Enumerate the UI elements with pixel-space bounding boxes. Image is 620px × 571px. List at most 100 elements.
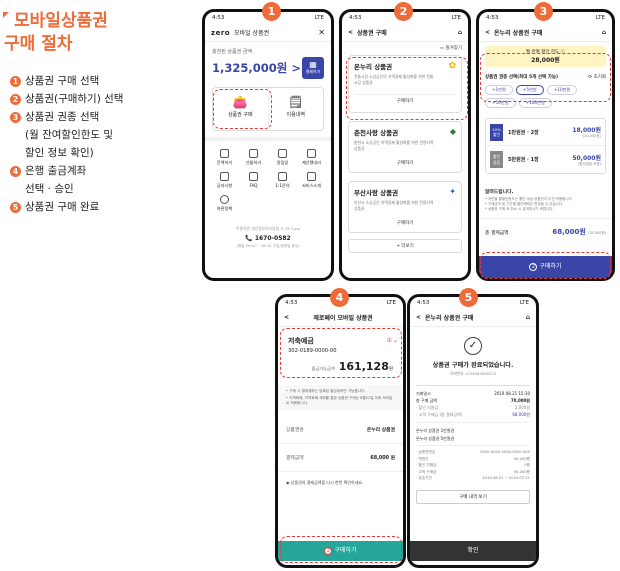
detail-table: · 상품권번호 0000-0000-0000-0000-000 · 액면가 50,0… bbox=[416, 445, 530, 482]
step-item: (월 잔여할인한도 및 bbox=[10, 126, 190, 144]
back-icon[interactable]: < bbox=[485, 29, 490, 36]
step-text: 은행 출금계좌 bbox=[25, 165, 87, 177]
status-signal: LTE bbox=[595, 15, 605, 21]
selected-row[interactable]: 할인 없음 5만원권 · 1장 50,000원 (할인없음 포함) bbox=[486, 146, 605, 173]
giftcard-card-busan[interactable]: 부산사랑 상품권 부산시 소상공인 지역경제 활성화를 위한 전용지역 상품권 … bbox=[348, 181, 462, 233]
history-button[interactable]: 구매 내역 보기 bbox=[416, 489, 530, 504]
home-icon[interactable]: ⌂ bbox=[458, 29, 462, 36]
favorites-toggle[interactable]: ▭ 즐겨찾기 bbox=[342, 42, 468, 51]
buy-button[interactable]: 구매하기 bbox=[354, 220, 456, 226]
product-row: 상품권명 온누리 상품권 bbox=[278, 416, 403, 444]
more-button[interactable]: + 더보기 bbox=[348, 239, 462, 253]
selected-list: 10% 할인 1만원권 · 2장 18,000원 (20,000원) 할인 없음 5만… bbox=[485, 118, 606, 174]
grid-label: 선물하기 bbox=[245, 160, 262, 165]
history-menu[interactable]: 🗒 이용내역 bbox=[267, 88, 324, 130]
phone-screen-1: 4:53 LTE zero 모바일 상품권 ✕ 충전된 상품권 금액 1,325,… bbox=[202, 9, 334, 281]
qr-pay-button[interactable]: ▦ 결제하기 bbox=[302, 57, 324, 79]
buy-button[interactable]: 구매하기 bbox=[354, 160, 456, 166]
step-text: 선택 · 승인 bbox=[25, 183, 74, 195]
step-item: 3 상품권 권종 선택 bbox=[10, 108, 190, 126]
grid-item[interactable]: 1:1문의 bbox=[268, 172, 297, 189]
status-signal: LTE bbox=[519, 300, 529, 306]
step-number: 2 bbox=[10, 93, 21, 105]
card-name: 부산사랑 상품권 bbox=[354, 189, 399, 197]
row-sub: (20,000원) bbox=[582, 134, 601, 138]
status-time: 4:53 bbox=[486, 15, 499, 21]
title-marker bbox=[3, 12, 9, 18]
shield-icon bbox=[220, 195, 229, 204]
card-desc: 부산시 소상공인 지역경제 활성화를 위한 전용지역 상품권 bbox=[354, 200, 434, 211]
home-icon[interactable]: ⌂ bbox=[526, 314, 530, 321]
card-name: 춘천사랑 상품권 bbox=[354, 129, 399, 137]
busan-logo-icon: ✦ bbox=[449, 187, 456, 196]
grid-item[interactable]: 계산됐내리 bbox=[297, 149, 326, 166]
grid-label: 공지사항 bbox=[216, 183, 233, 188]
selected-row[interactable]: 10% 할인 1만원권 · 2장 18,000원 (20,000원) bbox=[486, 119, 605, 146]
title-line1: 모바일상품권 bbox=[14, 11, 108, 31]
footer-note: (평일 09:00 ~ 18:00, 주말/공휴일 휴무) bbox=[236, 244, 300, 248]
app-header: < 상품권 구매 ⌂ bbox=[342, 24, 468, 42]
giftcard-card-chuncheon[interactable]: 춘천사랑 상품권 춘천시 소상공인 지역경제 활성화를 위한 전용지역 상품권 … bbox=[348, 121, 462, 173]
back-icon[interactable]: < bbox=[416, 314, 421, 321]
grid-item[interactable]: 공지사항 bbox=[210, 172, 239, 189]
step-text: 상품권 구매 선택 bbox=[25, 75, 100, 87]
grid-label: 1:1문의 bbox=[275, 183, 290, 188]
page-title: 온누리 상품권 구매 bbox=[494, 30, 543, 37]
grid-item[interactable]: 정립맞 bbox=[268, 149, 297, 166]
tag-text: 할인 bbox=[493, 154, 500, 159]
notice-title: 알려드립니다. bbox=[485, 190, 514, 195]
summary-value: 2,000원 bbox=[514, 405, 530, 410]
total-value: 68,000원 bbox=[552, 228, 586, 236]
highlight-4a bbox=[280, 328, 402, 378]
faq-icon bbox=[249, 172, 258, 181]
app-header: zero 모바일 상품권 ✕ bbox=[205, 24, 331, 42]
app-header: < 온누리 상품권 구매 ⌂ bbox=[479, 24, 612, 42]
step-number: 4 bbox=[10, 165, 21, 177]
chuncheon-logo-icon: ◆ bbox=[449, 127, 456, 136]
gift-icon bbox=[249, 149, 258, 158]
grid-label: 계산됐내리 bbox=[301, 160, 322, 165]
title-line2: 구매 절차 bbox=[4, 34, 73, 54]
pay-value: 68,000 원 bbox=[370, 456, 395, 461]
status-signal: LTE bbox=[386, 300, 396, 306]
item-row[interactable]: 온누리 상품권 5만원권 bbox=[416, 435, 530, 443]
grid-item[interactable]: 잔액하기 bbox=[210, 149, 239, 166]
grid-label: 서비스소개 bbox=[301, 183, 322, 188]
app-header: < 제로페이 모바일 상품권 bbox=[278, 309, 403, 327]
footer-links[interactable]: 이용약관 개인정보처리방침 © KT Corp bbox=[205, 226, 331, 232]
row-amount: 18,000원 bbox=[572, 127, 601, 134]
back-icon[interactable]: < bbox=[348, 29, 353, 36]
app-header: < 온누리 상품권 구매 ⌂ bbox=[410, 309, 536, 327]
grid-item[interactable]: 약관정책 bbox=[210, 195, 239, 212]
agree-checkbox[interactable]: ◉ 상품권의 결제금액을 다시 한번 확인하세요. bbox=[278, 472, 403, 494]
notice-icon bbox=[220, 172, 229, 181]
close-icon[interactable]: ✕ bbox=[318, 28, 325, 37]
step-text: 할인 정보 확인) bbox=[25, 147, 94, 159]
step-text: 상품권 권종 선택 bbox=[25, 111, 100, 123]
grid-item[interactable]: 선물하기 bbox=[239, 149, 268, 166]
step-text: 상품권 구매 완료 bbox=[25, 201, 100, 213]
menu-label: 이용내역 bbox=[286, 112, 305, 118]
grid-item[interactable]: FAQ bbox=[239, 172, 268, 189]
step-item: 2 상품권(구매하기) 선택 bbox=[10, 90, 190, 108]
tag-text: 없음 bbox=[493, 160, 500, 165]
step-badge-5: 5 bbox=[459, 288, 478, 307]
receipt-icon: 🗒 bbox=[288, 95, 304, 109]
confirm-button[interactable]: 확인 bbox=[410, 541, 536, 561]
step-badge-3: 3 bbox=[534, 2, 553, 21]
item-row[interactable]: 온누리 상품권 1만원권 bbox=[416, 427, 530, 435]
step-badge-1: 1 bbox=[262, 2, 281, 21]
step-number: 3 bbox=[10, 111, 21, 123]
grid-item[interactable]: 서비스소개 bbox=[297, 172, 326, 189]
note-line: • 구매 시 결제계좌는 등록된 출금계좌만 가능합니다. bbox=[286, 389, 366, 393]
home-icon[interactable]: ⌂ bbox=[602, 29, 606, 36]
total-sub: (78,000원) bbox=[587, 231, 606, 235]
chat-icon bbox=[278, 172, 287, 181]
row-label: 1만원권 · 2장 bbox=[508, 129, 539, 136]
cs-phone[interactable]: 📞 1670-0582 bbox=[205, 235, 331, 242]
balance-value[interactable]: 1,325,000원 > bbox=[212, 60, 301, 76]
page-title: 상품권 구매 bbox=[357, 30, 387, 37]
total-label: 총 결제금액 bbox=[485, 231, 509, 236]
balance-panel: 충전된 상품권 금액 1,325,000원 > ▦ 결제하기 bbox=[205, 42, 331, 83]
txn-number: 거래번호 1234567890123 bbox=[449, 371, 497, 376]
